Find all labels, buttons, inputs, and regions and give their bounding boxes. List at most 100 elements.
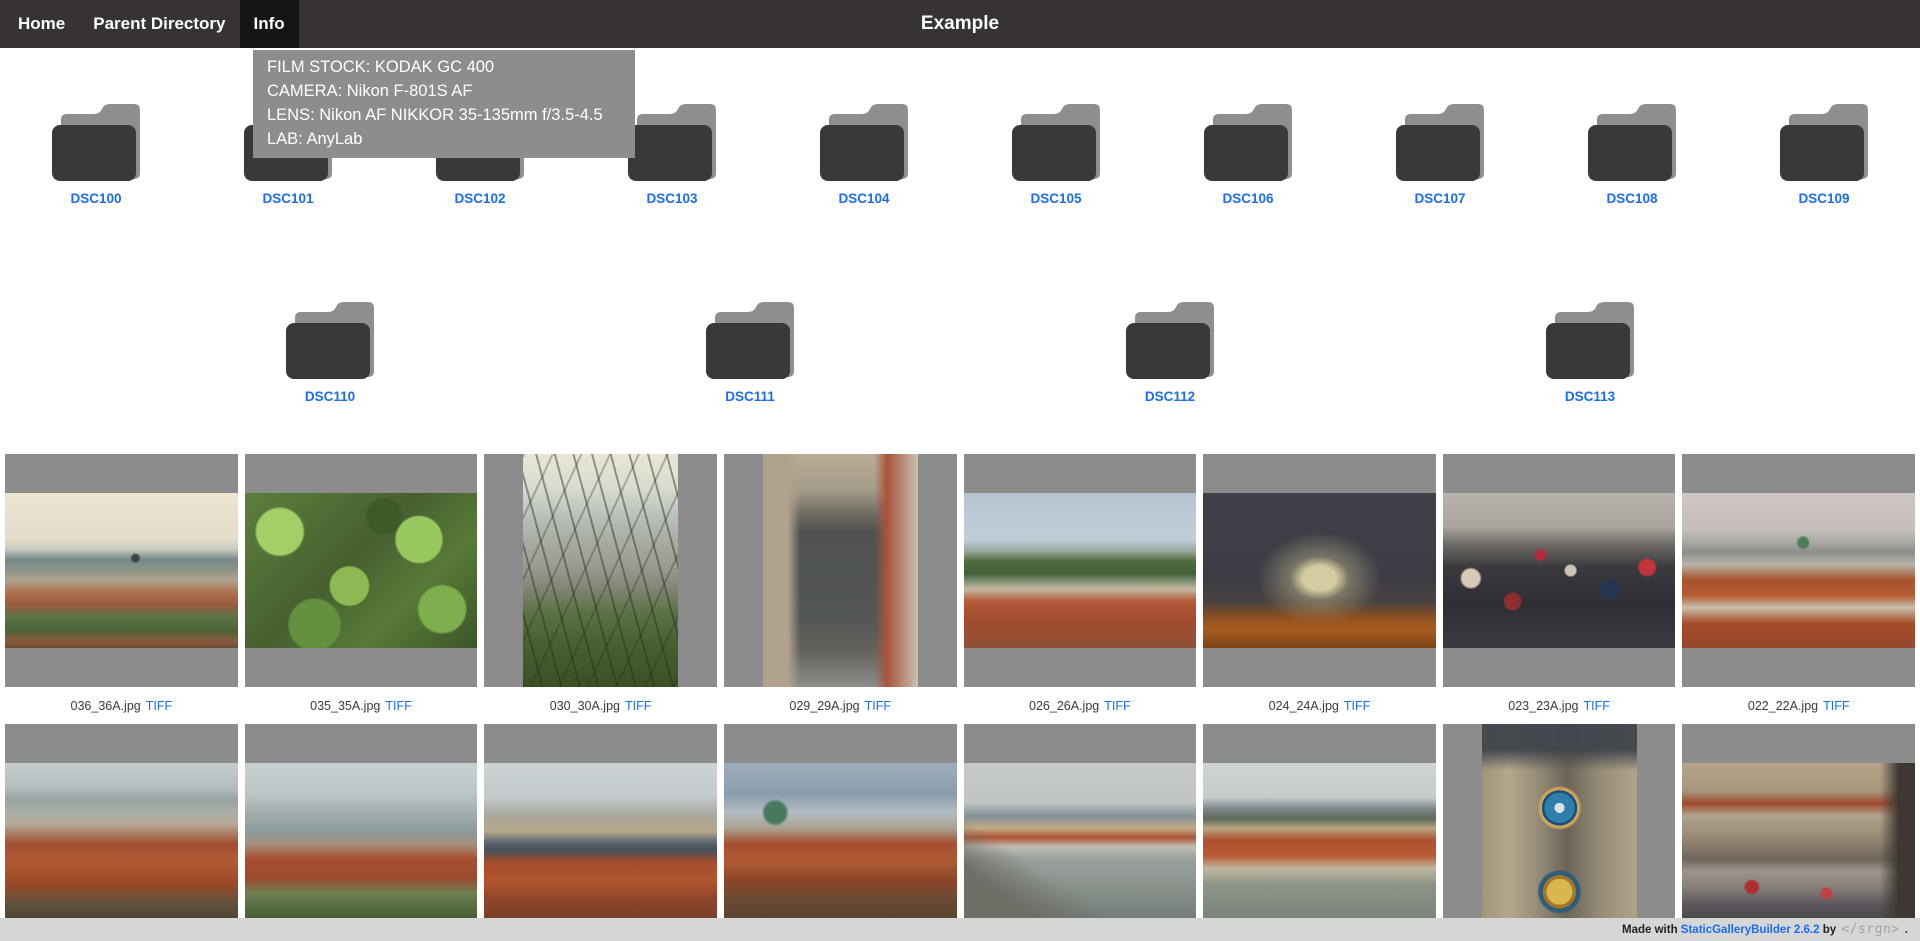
photo-thumbnail xyxy=(964,493,1197,648)
gallery-cell xyxy=(484,724,717,941)
photo-thumbnail xyxy=(1682,763,1915,918)
thumbnail-link[interactable] xyxy=(5,724,238,941)
nav-item-info[interactable]: Info xyxy=(240,0,299,48)
footer-by-text: by xyxy=(1820,924,1840,936)
folder-icon xyxy=(1543,301,1638,381)
thumbnail-link[interactable] xyxy=(245,724,478,941)
tiff-link[interactable]: TIFF xyxy=(146,699,172,713)
photo-thumbnail xyxy=(1482,724,1637,941)
folder-link[interactable]: DSC108 xyxy=(1536,103,1728,206)
folder-label: DSC103 xyxy=(646,191,697,206)
thumbnail-caption: 024_24A.jpg TIFF xyxy=(1203,687,1436,724)
navbar: Home Parent Directory Info Example xyxy=(0,0,1920,48)
folder-link[interactable]: DSC104 xyxy=(768,103,960,206)
folder-icon xyxy=(1777,103,1872,183)
photo-thumbnail xyxy=(523,454,678,687)
folder-link[interactable]: DSC112 xyxy=(960,301,1380,404)
thumbnail-link[interactable] xyxy=(245,454,478,687)
tooltip-line-film-stock: FILM STOCK: KODAK GC 400 xyxy=(267,55,621,79)
footer-dot-text: . xyxy=(1902,924,1908,936)
filename-label: 029_29A.jpg xyxy=(789,699,859,713)
thumbnail-link[interactable] xyxy=(1682,724,1915,941)
photo-thumbnail xyxy=(1203,493,1436,648)
info-tooltip: FILM STOCK: KODAK GC 400 CAMERA: Nikon F… xyxy=(253,50,635,158)
folder-icon xyxy=(1009,103,1104,183)
thumbnail-link[interactable] xyxy=(1443,724,1676,941)
tiff-link[interactable]: TIFF xyxy=(865,699,891,713)
nav-item-parent-directory[interactable]: Parent Directory xyxy=(79,0,239,48)
thumbnail-caption: 036_36A.jpg TIFF xyxy=(5,687,238,724)
thumbnail-link[interactable] xyxy=(484,724,717,941)
tooltip-line-lab: LAB: AnyLab xyxy=(267,127,621,151)
thumbnail-link[interactable] xyxy=(964,454,1197,687)
folder-link[interactable]: DSC109 xyxy=(1728,103,1920,206)
thumbnail-link[interactable] xyxy=(1443,454,1676,687)
nav-item-home[interactable]: Home xyxy=(4,0,79,48)
tiff-link[interactable]: TIFF xyxy=(1823,699,1849,713)
thumbnail-caption: 030_30A.jpg TIFF xyxy=(484,687,717,724)
tiff-link[interactable]: TIFF xyxy=(625,699,651,713)
folder-link[interactable]: DSC106 xyxy=(1152,103,1344,206)
folder-link[interactable]: DSC100 xyxy=(0,103,192,206)
tiff-link[interactable]: TIFF xyxy=(385,699,411,713)
folder-label: DSC111 xyxy=(725,389,775,404)
thumbnail-link[interactable] xyxy=(1203,454,1436,687)
photo-thumbnail xyxy=(245,493,478,648)
folder-link[interactable]: DSC111 xyxy=(540,301,960,404)
filename-label: 030_30A.jpg xyxy=(550,699,620,713)
gallery-cell xyxy=(1443,724,1676,941)
folder-icon xyxy=(817,103,912,183)
gallery-cell: 035_35A.jpg TIFF xyxy=(245,454,478,724)
folder-icon xyxy=(703,301,798,381)
thumbnail-link[interactable] xyxy=(1203,724,1436,941)
thumbnail-caption: 022_22A.jpg TIFF xyxy=(1682,687,1915,724)
gallery-cell: 022_22A.jpg TIFF xyxy=(1682,454,1915,724)
footer-made-with-text: Made with xyxy=(1622,924,1681,936)
static-gallery-builder-link[interactable]: StaticGalleryBuilder 2.6.2 xyxy=(1681,924,1820,936)
tooltip-line-lens: LENS: Nikon AF NIKKOR 35-135mm f/3.5-4.5 xyxy=(267,103,621,127)
thumbnail-link[interactable] xyxy=(484,454,717,687)
folder-link[interactable]: DSC105 xyxy=(960,103,1152,206)
tiff-link[interactable]: TIFF xyxy=(1583,699,1609,713)
filename-label: 023_23A.jpg xyxy=(1508,699,1578,713)
gallery-page: Home Parent Directory Info Example FILM … xyxy=(0,0,1920,941)
folder-label: DSC105 xyxy=(1030,191,1081,206)
tiff-link[interactable]: TIFF xyxy=(1104,699,1130,713)
folder-icon xyxy=(283,301,378,381)
gallery-cell: 030_30A.jpg TIFF xyxy=(484,454,717,724)
folder-icon xyxy=(49,103,144,183)
thumbnail-link[interactable] xyxy=(1682,454,1915,687)
folder-icon xyxy=(1393,103,1488,183)
folder-label: DSC110 xyxy=(305,389,355,404)
folder-label: DSC100 xyxy=(70,191,121,206)
photo-thumbnail xyxy=(1682,493,1915,648)
gallery-cell: 036_36A.jpg TIFF xyxy=(5,454,238,724)
thumbnail-caption: 029_29A.jpg TIFF xyxy=(724,687,957,724)
thumbnail-link[interactable] xyxy=(964,724,1197,941)
folder-icon xyxy=(1201,103,1296,183)
folder-label: DSC101 xyxy=(262,191,313,206)
tooltip-line-camera: CAMERA: Nikon F-801S AF xyxy=(267,79,621,103)
footer: Made with StaticGalleryBuilder 2.6.2 by … xyxy=(0,918,1920,941)
filename-label: 036_36A.jpg xyxy=(71,699,141,713)
gallery-cell: 026_26A.jpg TIFF xyxy=(964,454,1197,724)
photo-thumbnail xyxy=(964,763,1197,918)
gallery-cell: 024_24A.jpg TIFF xyxy=(1203,454,1436,724)
folder-icon xyxy=(1585,103,1680,183)
photo-thumbnail xyxy=(763,454,918,687)
gallery-cell: 029_29A.jpg TIFF xyxy=(724,454,957,724)
thumbnail-link[interactable] xyxy=(724,454,957,687)
thumbnail-link[interactable] xyxy=(724,724,957,941)
thumbnail-link[interactable] xyxy=(5,454,238,687)
photo-thumbnail xyxy=(245,763,478,918)
folder-row-2: DSC110 DSC111 DSC112 DSC113 xyxy=(120,301,1800,404)
tiff-link[interactable]: TIFF xyxy=(1344,699,1370,713)
photo-thumbnail xyxy=(484,763,717,918)
folder-link[interactable]: DSC110 xyxy=(120,301,540,404)
folder-icon xyxy=(1123,301,1218,381)
gallery-cell xyxy=(1203,724,1436,941)
photo-thumbnail xyxy=(5,493,238,648)
folder-link[interactable]: DSC113 xyxy=(1380,301,1800,404)
thumbnail-grid: 036_36A.jpg TIFF 035_35A.jpg TIFF 030_30… xyxy=(5,454,1915,941)
folder-link[interactable]: DSC107 xyxy=(1344,103,1536,206)
